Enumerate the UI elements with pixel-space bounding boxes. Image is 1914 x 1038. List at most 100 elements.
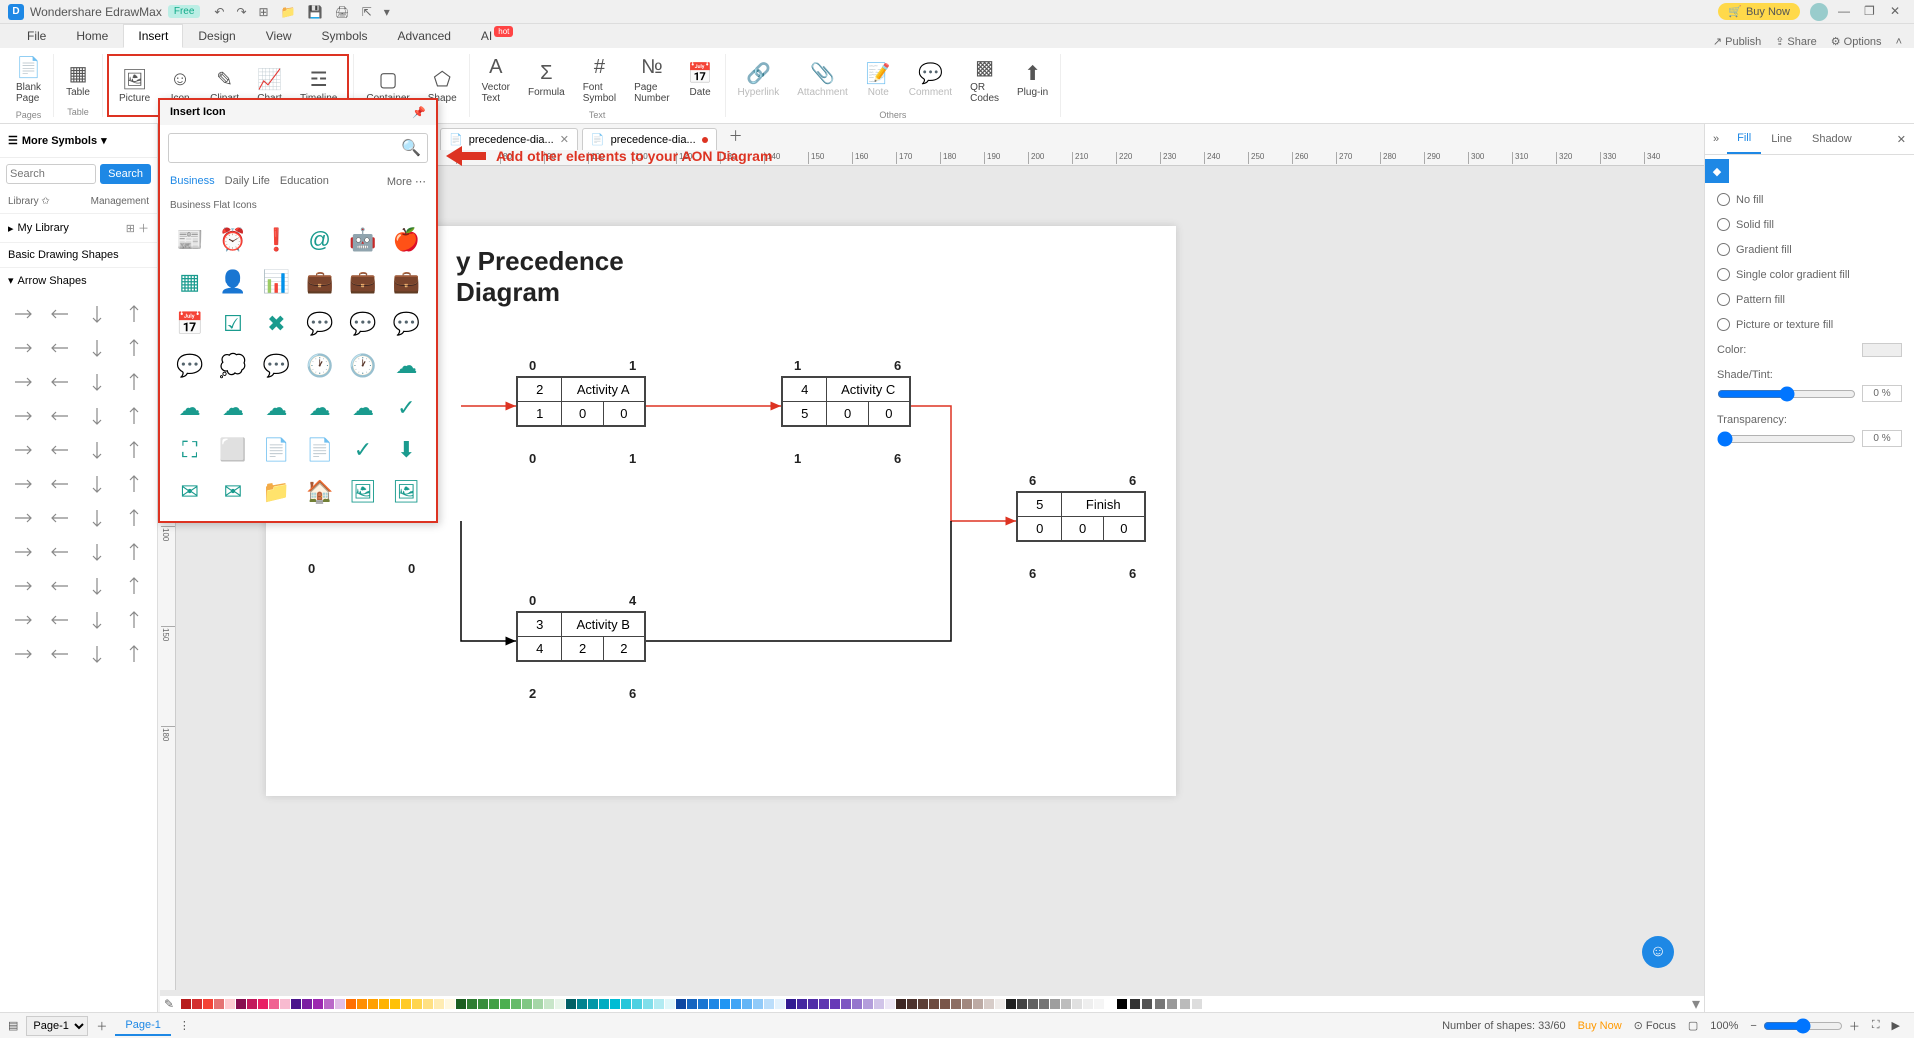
business-icon-36[interactable]: ✉ xyxy=(170,473,209,511)
color-swatch[interactable] xyxy=(588,999,598,1009)
color-swatch[interactable] xyxy=(632,999,642,1009)
menu-home[interactable]: Home xyxy=(61,24,123,48)
business-icon-1[interactable]: ⏰ xyxy=(213,221,252,259)
color-swatch[interactable] xyxy=(1094,999,1104,1009)
business-icon-39[interactable]: 🏠 xyxy=(300,473,339,511)
arrow-shape-42[interactable] xyxy=(81,639,114,669)
arrow-shape-25[interactable] xyxy=(43,503,76,533)
arrow-shape-19[interactable] xyxy=(118,435,151,465)
arrow-shape-16[interactable] xyxy=(6,435,39,465)
arrow-shape-39[interactable] xyxy=(118,605,151,635)
arrow-shape-26[interactable] xyxy=(81,503,114,533)
close-panel-icon[interactable]: ✕ xyxy=(1889,125,1914,154)
shade-value[interactable]: 0 % xyxy=(1862,385,1902,402)
category-business[interactable]: Business xyxy=(170,175,215,188)
color-swatch[interactable] xyxy=(1028,999,1038,1009)
color-swatch[interactable] xyxy=(423,999,433,1009)
menu-ai[interactable]: AIhot xyxy=(466,24,528,48)
color-swatch[interactable] xyxy=(181,999,191,1009)
more-colors-icon[interactable]: ▾ xyxy=(1692,994,1700,1014)
color-swatch[interactable] xyxy=(258,999,268,1009)
menu-insert[interactable]: Insert xyxy=(123,24,183,48)
color-swatch[interactable] xyxy=(335,999,345,1009)
business-icon-13[interactable]: ☑ xyxy=(213,305,252,343)
arrow-shape-1[interactable] xyxy=(43,299,76,329)
color-swatch[interactable] xyxy=(1105,999,1115,1009)
transparency-slider[interactable] xyxy=(1717,431,1856,447)
business-icon-24[interactable]: ☁ xyxy=(170,389,209,427)
color-swatch[interactable] xyxy=(885,999,895,1009)
formula-button[interactable]: ΣFormula xyxy=(520,57,573,102)
business-icon-9[interactable]: 💼 xyxy=(300,263,339,301)
gray-swatch[interactable] xyxy=(1117,999,1127,1009)
color-swatch[interactable] xyxy=(995,999,1005,1009)
arrow-shape-28[interactable] xyxy=(6,537,39,567)
color-swatch[interactable] xyxy=(742,999,752,1009)
arrow-shape-29[interactable] xyxy=(43,537,76,567)
maximize-icon[interactable]: ❐ xyxy=(1864,4,1880,20)
undo-icon[interactable]: ↶ xyxy=(214,5,224,19)
more-symbols-header[interactable]: ☰ More Symbols ▾ xyxy=(0,124,157,158)
business-icon-29[interactable]: ✓ xyxy=(387,389,426,427)
fill-option-pattern[interactable]: Pattern fill xyxy=(1705,287,1914,312)
category-more[interactable]: More ⋯ xyxy=(387,175,426,188)
eyedropper-icon[interactable]: ✎ xyxy=(164,997,174,1011)
color-swatch[interactable] xyxy=(786,999,796,1009)
business-icon-21[interactable]: 🕐 xyxy=(300,347,339,385)
arrow-shape-20[interactable] xyxy=(6,469,39,499)
business-icon-8[interactable]: 📊 xyxy=(257,263,296,301)
color-swatch[interactable] xyxy=(434,999,444,1009)
business-icon-28[interactable]: ☁ xyxy=(343,389,382,427)
arrow-shape-33[interactable] xyxy=(43,571,76,601)
print-icon[interactable]: 🖨 xyxy=(335,5,350,19)
gray-swatch[interactable] xyxy=(1167,999,1177,1009)
color-swatch[interactable] xyxy=(456,999,466,1009)
color-swatch[interactable] xyxy=(225,999,235,1009)
new-icon[interactable]: ⊞ xyxy=(259,5,269,19)
business-icon-33[interactable]: 📄 xyxy=(300,431,339,469)
arrow-shape-18[interactable] xyxy=(81,435,114,465)
color-swatch[interactable] xyxy=(357,999,367,1009)
page-number-button[interactable]: №PageNumber xyxy=(626,52,678,108)
node-activity-c[interactable]: 4Activity C 500 xyxy=(781,376,911,427)
basic-shapes-section[interactable]: Basic Drawing Shapes xyxy=(0,242,157,267)
management-link[interactable]: Management xyxy=(91,196,149,207)
symbol-search-button[interactable]: Search xyxy=(100,164,151,184)
color-swatch[interactable] xyxy=(665,999,675,1009)
arrow-shape-24[interactable] xyxy=(6,503,39,533)
color-swatch[interactable] xyxy=(907,999,917,1009)
color-swatch[interactable] xyxy=(709,999,719,1009)
symbol-search-input[interactable] xyxy=(6,164,96,184)
business-icon-19[interactable]: 💭 xyxy=(213,347,252,385)
arrow-shape-32[interactable] xyxy=(6,571,39,601)
business-icon-2[interactable]: ❗ xyxy=(257,221,296,259)
arrow-shape-10[interactable] xyxy=(81,367,114,397)
share-button[interactable]: ⇪ Share xyxy=(1775,35,1817,48)
arrow-shape-2[interactable] xyxy=(81,299,114,329)
tab-shadow[interactable]: Shadow xyxy=(1802,125,1862,153)
color-swatch[interactable] xyxy=(522,999,532,1009)
business-icon-12[interactable]: 📅 xyxy=(170,305,209,343)
color-swatch[interactable] xyxy=(203,999,213,1009)
arrow-shape-13[interactable] xyxy=(43,401,76,431)
fill-option-picture[interactable]: Picture or texture fill xyxy=(1705,312,1914,337)
arrow-shape-31[interactable] xyxy=(118,537,151,567)
minimize-icon[interactable]: — xyxy=(1838,4,1854,20)
color-swatch[interactable] xyxy=(687,999,697,1009)
color-swatch[interactable] xyxy=(302,999,312,1009)
color-swatch[interactable] xyxy=(1061,999,1071,1009)
color-swatch[interactable] xyxy=(940,999,950,1009)
arrow-shape-30[interactable] xyxy=(81,537,114,567)
zoom-level[interactable]: 100% xyxy=(1710,1020,1738,1032)
business-icon-41[interactable]: 🖼 xyxy=(387,473,426,511)
color-swatch[interactable] xyxy=(1039,999,1049,1009)
color-swatch[interactable] xyxy=(247,999,257,1009)
color-swatch[interactable] xyxy=(819,999,829,1009)
color-swatch[interactable] xyxy=(874,999,884,1009)
color-swatch[interactable] xyxy=(654,999,664,1009)
collapse-panel-icon[interactable]: » xyxy=(1705,127,1727,151)
arrow-shape-22[interactable] xyxy=(81,469,114,499)
color-swatch[interactable] xyxy=(489,999,499,1009)
options-button[interactable]: ⚙ Options xyxy=(1831,35,1882,48)
library-label[interactable]: Library ✩ xyxy=(8,196,50,207)
